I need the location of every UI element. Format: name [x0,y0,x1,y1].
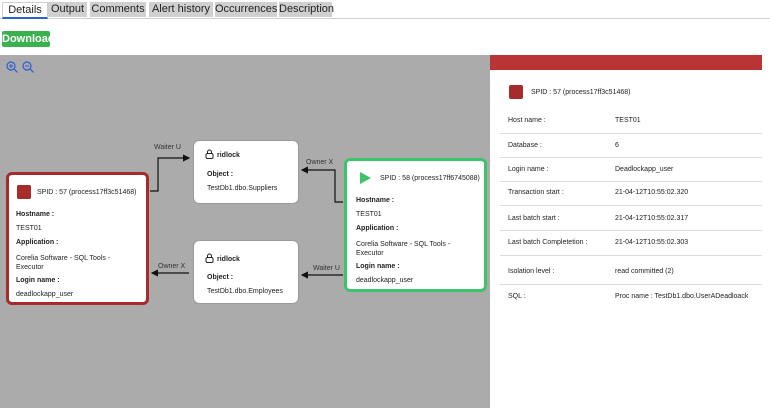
download-button[interactable]: Download [2,31,55,47]
resource-node-suppliers[interactable]: ridlock Object : TestDb1.dbo.Suppliers [193,140,299,204]
object-value: TestDb1.dbo.Suppliers [207,185,278,192]
tab-description[interactable]: Description [279,2,334,17]
detail-label: SQL : [508,293,526,300]
lock-type: ridlock [217,152,240,159]
detail-label: Database : [508,142,542,149]
detail-row: SQL : Proc name : TestDb1.dbo.UserADeadl… [500,285,762,310]
edge-label-owner-1: Owner X [306,159,334,166]
application-label: Application : [356,225,399,232]
edge-label-owner-2: Owner X [158,263,186,270]
tab-alert-history[interactable]: Alert history [149,2,213,17]
tab-output[interactable]: Output [48,2,87,17]
tab-comments[interactable]: Comments [90,2,146,17]
detail-value: Deadlockapp_user [615,166,674,173]
panel-header [490,55,762,70]
tab-bar: Details Output Comments Alert history Oc… [0,0,770,19]
victim-marker-icon [17,185,31,199]
detail-value: Proc name : TestDb1.dbo.UserADeadloack [615,293,749,300]
object-label: Object : [207,274,234,281]
detail-value: TEST01 [615,117,641,124]
edge-owner-1 [300,166,343,203]
application-value: Corelia Software - SQL Tools - Executor [356,241,451,257]
detail-row: Last batch Completetion : 21-04-12T10:55… [500,231,762,256]
resource-node-employees[interactable]: ridlock Object : TestDb1.dbo.Employees [193,240,299,304]
hostname-value: TEST01 [16,225,42,232]
panel-spid: SPID : 57 (process17ff3c51468) [531,89,631,96]
process-node-survivor[interactable]: SPID : 58 (process17ff6745088) Hostname … [344,158,487,292]
object-value: TestDb1.dbo.Employees [207,288,283,295]
edge-label-waiter-2: Waiter U [313,265,340,272]
detail-row: Login name : Deadlockapp_user [500,158,762,182]
login-label: Login name : [16,277,60,284]
detail-label: Isolation level : [508,268,555,275]
lock-icon [205,253,214,263]
detail-value: 6 [615,142,619,149]
detail-label: Host name : [508,117,546,124]
hostname-label: Hostname : [16,211,55,218]
tab-details[interactable]: Details [2,2,48,19]
process-spid: SPID : 58 (process17ff6745088) [380,175,480,182]
lock-icon [205,149,214,159]
detail-row: Database : 6 [500,134,762,158]
login-label: Login name : [356,263,400,270]
detail-value: 21-04-12T10:55:02.317 [615,215,689,222]
login-value: deadlockapp_user [16,291,74,298]
object-label: Object : [207,171,234,178]
play-icon [360,172,371,184]
process-spid: SPID : 57 (process17ff3c51468) [37,189,137,196]
victim-marker-icon [509,85,523,99]
lock-type: ridlock [217,256,240,263]
process-details-panel: SPID : 57 (process17ff3c51468) Host name… [490,55,770,408]
application-value: Corelia Software - SQL Tools - Executor [16,255,111,271]
detail-value: read committed (2) [615,268,674,275]
detail-value: 21-04-12T10:55:02.303 [615,239,689,246]
tab-occurrences[interactable]: Occurrences [215,2,277,17]
edge-waiter-1 [150,154,191,192]
detail-value: 21-04-12T10:55:02.320 [615,189,689,196]
detail-label: Login name : [508,166,549,173]
deadlock-graph: Waiter U Owner X Owner X Waiter U SPID :… [0,55,490,408]
detail-row: Host name : TEST01 [500,107,762,134]
hostname-label: Hostname : [356,197,395,204]
hostname-value: TEST01 [356,211,382,218]
detail-label: Last batch Completetion : [508,239,588,246]
edge-label-waiter-1: Waiter U [154,144,181,151]
detail-label: Last batch start : [508,215,560,222]
login-value: deadlockapp_user [356,277,414,284]
detail-row: Last batch start : 21-04-12T10:55:02.317 [500,206,762,231]
process-node-victim[interactable]: SPID : 57 (process17ff3c51468) Hostname … [6,172,149,305]
application-label: Application : [16,239,59,246]
detail-row: Isolation level : read committed (2) [500,256,762,285]
detail-row: Transaction start : 21-04-12T10:55:02.32… [500,182,762,206]
detail-label: Transaction start : [508,189,564,196]
